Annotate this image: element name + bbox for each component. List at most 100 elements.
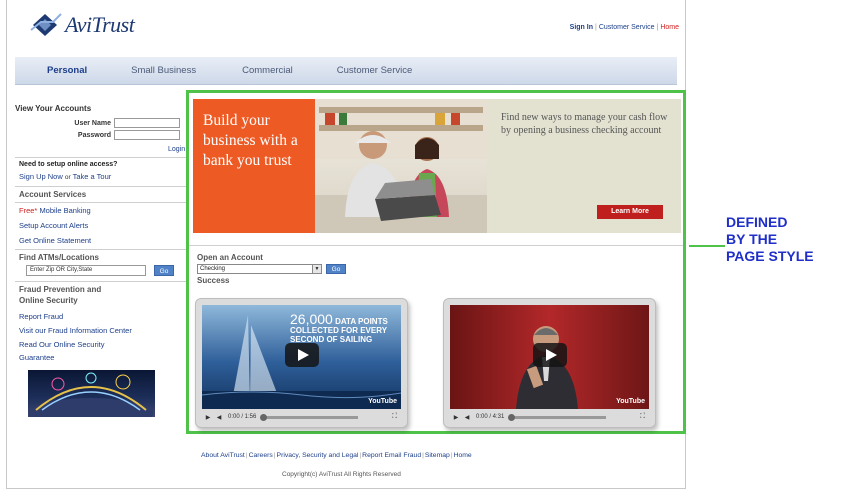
main-nav: Personal Small Business Commercial Custo… [15,57,677,85]
security-guarantee-link[interactable]: Read Our Online Security [19,340,104,349]
fraud-title-line2: Online Security [19,296,78,305]
fullscreen-icon[interactable]: ⛶ [392,413,397,421]
setup-question: Need to setup online access? [19,161,118,168]
seek-handle[interactable] [508,413,516,421]
username-input[interactable] [114,118,180,128]
fraud-center-link[interactable]: Visit our Fraud Information Center [19,326,132,335]
left-sidebar: View Your Accounts User Name Password Lo… [15,98,188,428]
banner-description: Find new ways to manage your cash flow b… [501,112,668,136]
open-account-title: Open an Account [197,253,263,262]
footer-home-link[interactable]: Home [454,452,472,459]
divider: | [245,452,248,459]
divider [15,249,187,250]
divider: | [656,24,659,31]
avitrust-logo[interactable]: AviTrust [29,12,135,38]
accounts-title: View Your Accounts [15,104,92,113]
mobile-banking-link[interactable]: Mobile Banking [39,206,90,215]
seek-bar[interactable] [260,413,359,421]
learn-more-button[interactable]: Learn More [597,205,663,219]
youtube-logo: YouTube [368,398,397,405]
divider: | [273,452,276,459]
divider [15,186,187,187]
banner-headline: Build your business with a bank you trus… [203,112,298,169]
play-icon[interactable] [284,343,319,367]
divider: | [359,452,362,459]
footer-careers-link[interactable]: Careers [249,452,273,459]
divider: | [450,452,453,459]
username-row: User Name [67,118,180,128]
open-account-go-button[interactable]: Go [326,264,346,274]
annotation-connector-line [689,245,725,247]
video-time: 0:00 / 4:31 [476,414,505,420]
atm-go-button[interactable]: Go [154,265,174,276]
utility-links: Sign In | Customer Service | Home [570,24,679,31]
fullscreen-icon[interactable]: ⛶ [640,413,645,421]
footer-about-link[interactable]: About AviTrust [201,452,245,459]
sign-in-link[interactable]: Sign In [570,24,593,31]
logo-diamond-icon [29,12,63,38]
play-button-icon[interactable]: ▶ [452,414,460,421]
video-player-sailing[interactable]: 26,000 DATA POINTS COLLECTED FOR EVERY S… [195,298,408,428]
banner-text-panel: Find new ways to manage your cash flow b… [487,99,681,233]
annotation-line-2: BY THE [726,231,778,247]
promo-banner[interactable]: Build your business with a bank you trus… [193,99,681,233]
divider [189,245,683,246]
username-label: User Name [74,119,111,127]
copyright-text: Copyright(c) AviTrust All Rights Reserve… [282,471,401,478]
logo-wordmark: AviTrust [65,12,135,37]
volume-icon[interactable]: ◀ [214,414,224,421]
footer-links: About AviTrust|Careers|Privacy, Security… [201,452,472,459]
video-controls: ▶ ◀ 0:00 / 4:31 ⛶ [450,410,649,424]
footer-sitemap-link[interactable]: Sitemap [425,452,450,459]
stadium-fireworks-image [28,370,155,417]
free-badge: Free* [19,206,38,215]
customer-service-link[interactable]: Customer Service [599,24,655,31]
divider [15,281,187,282]
banner-photo [315,99,487,233]
play-button-icon[interactable]: ▶ [204,414,212,421]
setup-alerts-link[interactable]: Setup Account Alerts [19,221,88,230]
account-type-value: Checking [200,266,226,272]
find-atms-title: Find ATMs/Locations [19,253,99,262]
take-tour-link[interactable]: Take a Tour [73,172,112,181]
video-time: 0:00 / 1:56 [228,414,257,420]
seek-handle[interactable] [260,413,268,421]
account-services-title: Account Services [19,190,87,199]
zip-city-input[interactable]: Enter Zip OR City,State [26,265,146,276]
divider: | [422,452,424,459]
tab-customer-service[interactable]: Customer Service [335,65,415,76]
success-heading: Success [197,276,230,285]
guarantee-link[interactable]: Guarantee [19,353,54,362]
youtube-logo: YouTube [616,398,645,405]
tab-commercial[interactable]: Commercial [240,65,295,76]
play-icon[interactable] [532,343,567,367]
divider: | [595,24,597,31]
report-fraud-link[interactable]: Report Fraud [19,312,63,321]
volume-icon[interactable]: ◀ [462,414,472,421]
video-player-speaker[interactable]: YouTube ▶ ◀ 0:00 / 4:31 ⛶ [443,298,656,428]
chevron-down-icon: ▼ [312,265,321,273]
video-overlay-text: 26,000 DATA POINTS COLLECTED FOR EVERY S… [290,312,401,344]
divider [15,157,187,158]
online-statement-link[interactable]: Get Online Statement [19,236,91,245]
annotation-label: DEFINED BY THE PAGE STYLE [726,214,814,265]
seek-bar[interactable] [508,413,607,421]
footer-privacy-link[interactable]: Privacy, Security and Legal [277,452,359,459]
password-input[interactable] [114,130,180,140]
or-text: or [64,174,71,181]
video-screen[interactable]: YouTube [450,305,649,409]
footer-report-email-fraud-link[interactable]: Report Email Fraud [362,452,421,459]
video-screen[interactable]: 26,000 DATA POINTS COLLECTED FOR EVERY S… [202,305,401,409]
tab-small-business[interactable]: Small Business [129,65,198,76]
tab-personal[interactable]: Personal [45,65,89,76]
banner-orange-panel: Build your business with a bank you trus… [193,99,315,233]
password-label: Password [77,131,111,139]
sign-up-link[interactable]: Sign Up Now [19,172,63,181]
divider [15,202,187,203]
login-link[interactable]: Login [168,146,185,153]
mobile-banking-line: Free* Mobile Banking [19,206,91,215]
home-link[interactable]: Home [660,24,679,31]
account-type-select[interactable]: Checking ▼ [197,264,322,274]
annotation-line-3: PAGE STYLE [726,248,814,264]
page-style-region: Build your business with a bank you trus… [186,90,686,434]
